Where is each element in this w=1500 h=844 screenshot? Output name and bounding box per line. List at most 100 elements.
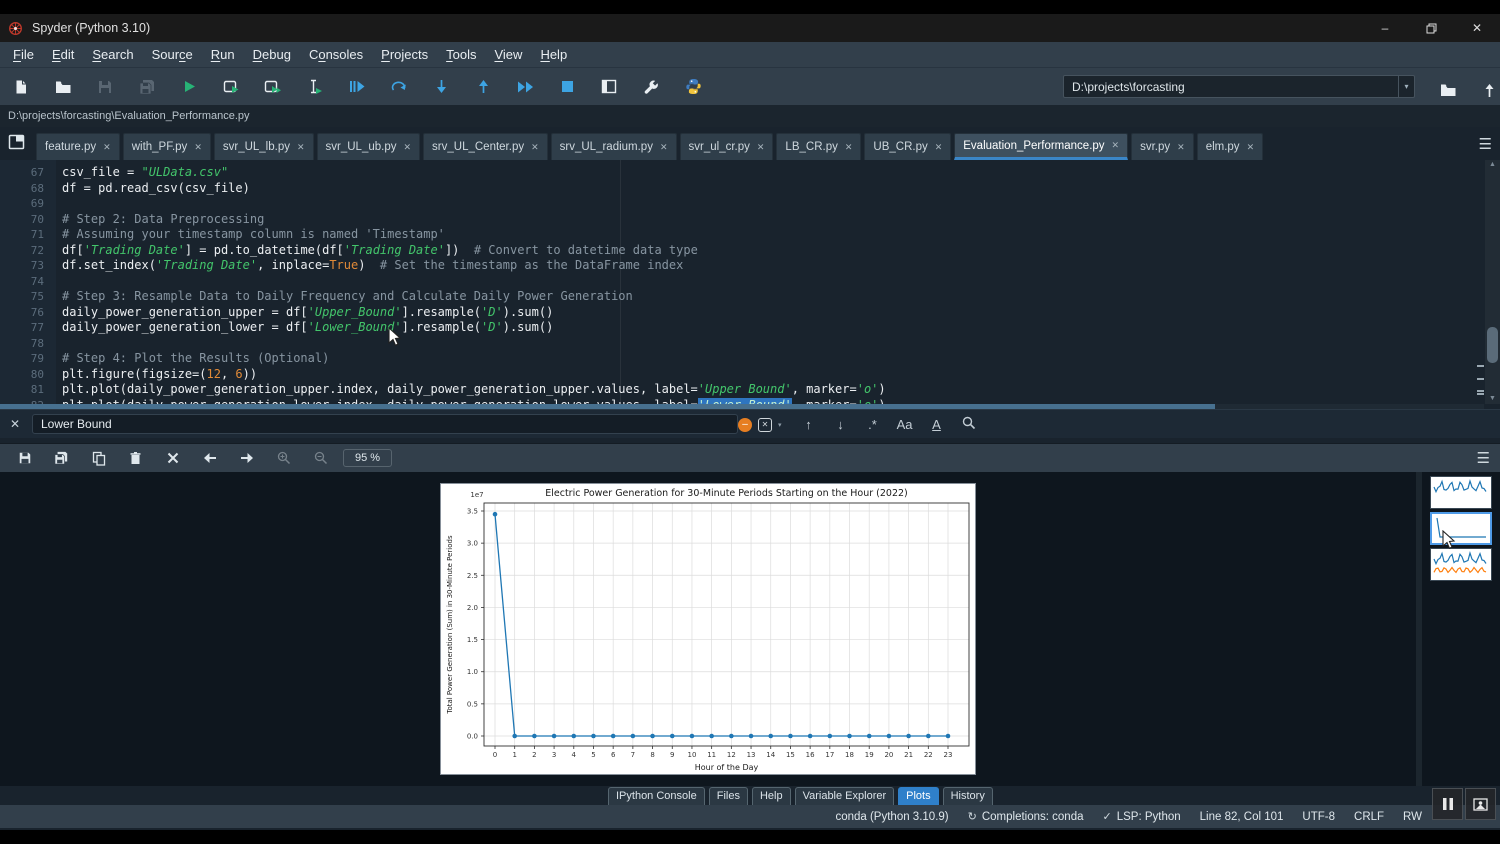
- previous-plot-button[interactable]: [191, 446, 228, 470]
- pane-tab-ipython-console[interactable]: IPython Console: [608, 787, 705, 805]
- completions-status[interactable]: ↻Completions: conda: [968, 810, 1084, 823]
- code-editor[interactable]: 67csv_file = "ULData.csv"68df = pd.read_…: [0, 160, 1500, 404]
- code-line-75[interactable]: 75# Step 3: Resample Data to Daily Frequ…: [0, 289, 1484, 305]
- menu-tools[interactable]: Tools: [437, 42, 485, 68]
- tab-close-icon[interactable]: ✕: [297, 142, 305, 153]
- save-all-button[interactable]: [126, 72, 168, 102]
- editor-scrollbar-thumb[interactable]: [1487, 327, 1498, 363]
- tab-close-icon[interactable]: ✕: [935, 142, 943, 153]
- editor-tab-elm.py[interactable]: elm.py✕: [1197, 133, 1263, 160]
- case-sensitive-toggle-icon[interactable]: Aa: [892, 417, 918, 432]
- interpreter-status[interactable]: conda (Python 3.10.9): [835, 811, 948, 823]
- copy-plot-button[interactable]: [80, 446, 117, 470]
- code-line-77[interactable]: 77daily_power_generation_lower = df['Low…: [0, 320, 1484, 336]
- save-all-plots-button[interactable]: [43, 446, 80, 470]
- restore-button[interactable]: [1408, 14, 1454, 42]
- tab-close-icon[interactable]: ✕: [103, 142, 111, 153]
- step-over-button[interactable]: [378, 72, 420, 102]
- plots-pane-scrollbar[interactable]: [1416, 472, 1422, 786]
- editor-tab-svr_ul_cr.py[interactable]: svr_ul_cr.py✕: [680, 133, 774, 160]
- working-directory-dropdown-icon[interactable]: ▾: [1398, 76, 1414, 97]
- tab-close-icon[interactable]: ✕: [531, 142, 539, 153]
- menu-run[interactable]: Run: [202, 42, 244, 68]
- find-input[interactable]: [32, 414, 738, 434]
- editor-tab-svr_UL_ub.py[interactable]: svr_UL_ub.py✕: [317, 133, 421, 160]
- lsp-status[interactable]: ✓LSP: Python: [1103, 810, 1181, 823]
- menu-consoles[interactable]: Consoles: [300, 42, 372, 68]
- code-line-69[interactable]: 69: [0, 196, 1484, 212]
- step-out-button[interactable]: [462, 72, 504, 102]
- remove-plot-button[interactable]: [117, 446, 154, 470]
- preferences-button[interactable]: [630, 72, 672, 102]
- find-next-icon[interactable]: ↓: [828, 417, 854, 432]
- code-line-71[interactable]: 71# Assuming your timestamp column is na…: [0, 227, 1484, 243]
- python-env-button[interactable]: [672, 72, 714, 102]
- stop-button[interactable]: [546, 72, 588, 102]
- code-line-78[interactable]: 78: [0, 336, 1484, 352]
- zoom-in-button[interactable]: [265, 446, 302, 470]
- find-close-icon[interactable]: ✕: [10, 417, 20, 431]
- debug-file-button[interactable]: [336, 72, 378, 102]
- code-line-68[interactable]: 68df = pd.read_csv(csv_file): [0, 181, 1484, 197]
- browse-directory-button[interactable]: [1427, 75, 1469, 105]
- run-cell-advance-button[interactable]: [252, 72, 294, 102]
- editor-tab-LB_CR.py[interactable]: LB_CR.py✕: [776, 133, 861, 160]
- menu-source[interactable]: Source: [143, 42, 202, 68]
- code-line-79[interactable]: 79# Step 4: Plot the Results (Optional): [0, 351, 1484, 367]
- plot-thumbnail-1[interactable]: [1430, 476, 1492, 509]
- plot-thumbnail-3[interactable]: [1430, 548, 1492, 581]
- new-file-button[interactable]: [0, 72, 42, 102]
- close-button[interactable]: ✕: [1454, 14, 1500, 42]
- editor-options-menu-icon[interactable]: ☰: [1479, 135, 1492, 153]
- minimize-button[interactable]: –: [1362, 14, 1408, 42]
- scroll-down-icon[interactable]: ▼: [1485, 394, 1500, 404]
- editor-tab-srv_UL_radium.py[interactable]: srv_UL_radium.py✕: [551, 133, 677, 160]
- code-line-70[interactable]: 70# Step 2: Data Preprocessing: [0, 212, 1484, 228]
- tab-close-icon[interactable]: ✕: [757, 142, 765, 153]
- run-file-button[interactable]: [168, 72, 210, 102]
- plot-thumbnail-2[interactable]: [1430, 512, 1492, 545]
- code-line-74[interactable]: 74: [0, 274, 1484, 290]
- menu-projects[interactable]: Projects: [372, 42, 437, 68]
- continue-button[interactable]: [504, 72, 546, 102]
- editor-tab-Evaluation_Performance.py[interactable]: Evaluation_Performance.py✕: [954, 133, 1128, 160]
- editor-tab-srv_UL_Center.py[interactable]: srv_UL_Center.py✕: [423, 133, 548, 160]
- browse-tabs-icon[interactable]: [8, 134, 27, 152]
- menu-view[interactable]: View: [485, 42, 531, 68]
- plots-options-menu-icon[interactable]: ☰: [1477, 449, 1490, 467]
- editor-tab-feature.py[interactable]: feature.py✕: [36, 133, 120, 160]
- regex-toggle-icon[interactable]: .*: [860, 417, 886, 432]
- tab-close-icon[interactable]: ✕: [660, 142, 668, 153]
- search-dropdown-icon[interactable]: ▾: [778, 421, 782, 429]
- editor-tab-with_PF.py[interactable]: with_PF.py✕: [123, 133, 211, 160]
- search-in-files-icon[interactable]: [956, 416, 982, 433]
- menu-debug[interactable]: Debug: [244, 42, 300, 68]
- code-line-80[interactable]: 80plt.figure(figsize=(12, 6)): [0, 367, 1484, 383]
- tab-close-icon[interactable]: ✕: [1112, 140, 1120, 151]
- save-button[interactable]: [84, 72, 126, 102]
- clear-search-icon[interactable]: ✕: [758, 418, 772, 432]
- find-previous-icon[interactable]: ↑: [796, 417, 822, 432]
- whole-word-toggle-icon[interactable]: A: [924, 417, 950, 432]
- menu-edit[interactable]: Edit: [43, 42, 83, 68]
- editor-vertical-scrollbar[interactable]: ▲ ▼: [1485, 160, 1500, 404]
- tab-close-icon[interactable]: ✕: [1177, 142, 1185, 153]
- editor-tab-svr.py[interactable]: svr.py✕: [1131, 133, 1194, 160]
- save-plot-button[interactable]: [6, 446, 43, 470]
- next-plot-button[interactable]: [228, 446, 265, 470]
- code-line-81[interactable]: 81plt.plot(daily_power_generation_upper.…: [0, 382, 1484, 398]
- code-line-67[interactable]: 67csv_file = "ULData.csv": [0, 165, 1484, 181]
- pane-tab-history[interactable]: History: [943, 787, 993, 805]
- open-file-button[interactable]: [42, 72, 84, 102]
- scroll-up-icon[interactable]: ▲: [1485, 160, 1500, 170]
- run-selection-button[interactable]: [294, 72, 336, 102]
- code-line-73[interactable]: 73df.set_index('Trading Date', inplace=T…: [0, 258, 1484, 274]
- run-cell-button[interactable]: [210, 72, 252, 102]
- editor-tab-svr_UL_lb.py[interactable]: svr_UL_lb.py✕: [214, 133, 314, 160]
- menu-search[interactable]: Search: [83, 42, 142, 68]
- tab-close-icon[interactable]: ✕: [845, 142, 853, 153]
- pause-button[interactable]: [1432, 788, 1463, 820]
- pane-tab-help[interactable]: Help: [752, 787, 791, 805]
- zoom-out-button[interactable]: [302, 446, 339, 470]
- menu-file[interactable]: File: [4, 42, 43, 68]
